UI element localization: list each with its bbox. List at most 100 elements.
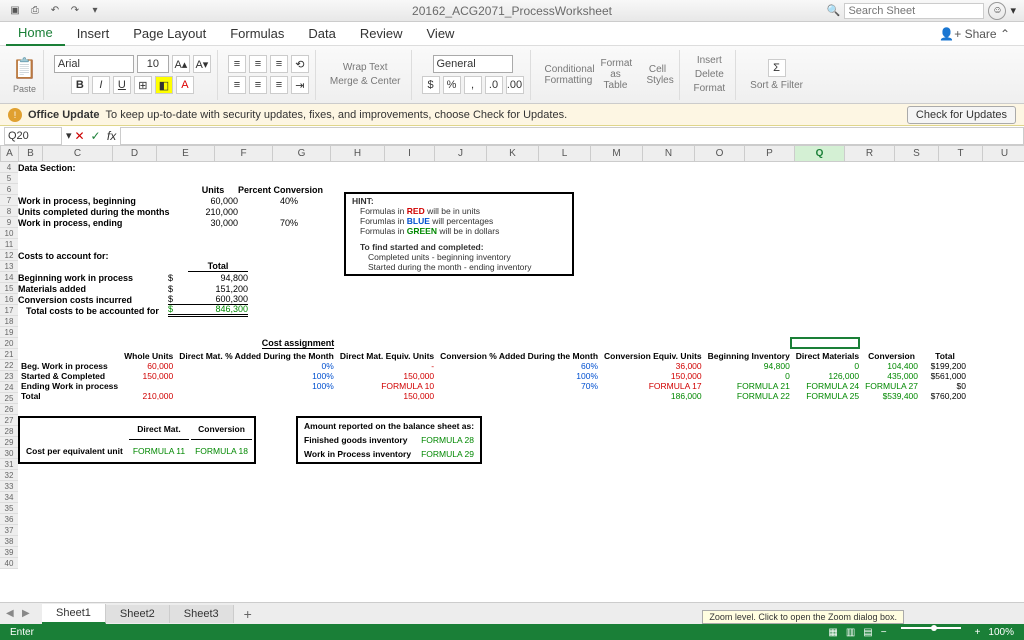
row-header-13[interactable]: 13	[0, 261, 18, 272]
row-header-36[interactable]: 36	[0, 514, 18, 525]
col-header-I[interactable]: I	[385, 146, 435, 161]
row-header-19[interactable]: 19	[0, 327, 18, 338]
fx-icon[interactable]: fx	[104, 129, 120, 143]
col-header-G[interactable]: G	[273, 146, 331, 161]
page-break-icon[interactable]: ▤	[863, 627, 872, 638]
row-header-4[interactable]: 4	[0, 162, 18, 173]
col-header-M[interactable]: M	[591, 146, 643, 161]
row-header-35[interactable]: 35	[0, 503, 18, 514]
align-left-icon[interactable]: ≡	[228, 76, 246, 94]
row-header-32[interactable]: 32	[0, 470, 18, 481]
conditional-formatting[interactable]: Conditional Formatting	[541, 64, 589, 86]
comma-icon[interactable]: ,	[464, 76, 482, 94]
zoom-out-icon[interactable]: −	[881, 627, 887, 638]
bold-button[interactable]: B	[71, 76, 89, 94]
tab-data[interactable]: Data	[296, 22, 347, 45]
row-header-12[interactable]: 12	[0, 250, 18, 261]
col-header-P[interactable]: P	[745, 146, 795, 161]
zoom-level[interactable]: 100%	[988, 627, 1014, 638]
redo-icon[interactable]: ↷	[68, 4, 82, 18]
orientation-icon[interactable]: ⟲	[291, 55, 309, 73]
grid-area[interactable]: 4567891011121314151617181920212223242526…	[0, 162, 1024, 582]
row-header-5[interactable]: 5	[0, 173, 18, 184]
feedback-icon[interactable]: ☺	[988, 2, 1006, 20]
inc-decimal-icon[interactable]: .0	[485, 76, 503, 94]
paste-icon[interactable]: 📋	[12, 56, 37, 81]
row-header-34[interactable]: 34	[0, 492, 18, 503]
wrap-text-button[interactable]: Wrap Text	[339, 62, 392, 73]
row-header-14[interactable]: 14	[0, 272, 18, 283]
italic-button[interactable]: I	[92, 76, 110, 94]
col-header-H[interactable]: H	[331, 146, 385, 161]
row-header-16[interactable]: 16	[0, 294, 18, 305]
tab-formulas[interactable]: Formulas	[218, 22, 296, 45]
row-header-39[interactable]: 39	[0, 547, 18, 558]
col-header-F[interactable]: F	[215, 146, 273, 161]
row-header-38[interactable]: 38	[0, 536, 18, 547]
tab-page-layout[interactable]: Page Layout	[121, 22, 218, 45]
tab-insert[interactable]: Insert	[65, 22, 122, 45]
indent-icon[interactable]: ⇥	[291, 76, 309, 94]
row-header-30[interactable]: 30	[0, 448, 18, 459]
sort-filter[interactable]: Sort & Filter	[746, 80, 807, 91]
col-header-D[interactable]: D	[113, 146, 157, 161]
percent-icon[interactable]: %	[443, 76, 461, 94]
col-header-R[interactable]: R	[845, 146, 895, 161]
row-header-29[interactable]: 29	[0, 437, 18, 448]
col-header-K[interactable]: K	[487, 146, 539, 161]
search-input[interactable]	[844, 3, 984, 19]
format-as-table[interactable]: Format as Table	[597, 58, 635, 91]
row-header-8[interactable]: 8	[0, 206, 18, 217]
row-header-31[interactable]: 31	[0, 459, 18, 470]
zoom-in-icon[interactable]: +	[975, 627, 981, 638]
cell-styles[interactable]: Cell Styles	[643, 64, 673, 86]
col-header-B[interactable]: B	[19, 146, 43, 161]
row-header-10[interactable]: 10	[0, 228, 18, 239]
row-header-11[interactable]: 11	[0, 239, 18, 250]
merge-center-button[interactable]: Merge & Center	[326, 76, 405, 87]
align-right-icon[interactable]: ≡	[270, 76, 288, 94]
row-header-40[interactable]: 40	[0, 558, 18, 569]
col-header-S[interactable]: S	[895, 146, 939, 161]
share-button[interactable]: 👤+ Share ⌃	[939, 27, 1018, 41]
cancel-icon[interactable]: ✕	[72, 129, 88, 143]
selected-cell[interactable]	[790, 337, 860, 349]
row-header-17[interactable]: 17	[0, 305, 18, 316]
row-header-27[interactable]: 27	[0, 415, 18, 426]
page-layout-icon[interactable]: ▥	[846, 627, 855, 638]
row-header-20[interactable]: 20	[0, 338, 18, 349]
row-header-9[interactable]: 9	[0, 217, 18, 228]
tab-home[interactable]: Home	[6, 21, 65, 46]
row-header-22[interactable]: 22	[0, 360, 18, 371]
number-format-select[interactable]: General	[433, 55, 513, 73]
delete-cells[interactable]: Delete	[691, 69, 728, 80]
enter-icon[interactable]: ✓	[88, 129, 104, 143]
qat-more-icon[interactable]: ▾	[88, 4, 102, 18]
insert-cells[interactable]: Insert	[693, 55, 726, 66]
prev-sheet-icon[interactable]: ◀	[6, 608, 20, 619]
col-header-O[interactable]: O	[695, 146, 745, 161]
save-icon[interactable]: ▣	[8, 4, 22, 18]
font-name-select[interactable]: Arial	[54, 55, 134, 73]
undo-icon[interactable]: ↶	[48, 4, 62, 18]
dropdown-icon[interactable]: ▾	[1010, 4, 1016, 17]
formula-input[interactable]	[120, 127, 1024, 145]
col-header-N[interactable]: N	[643, 146, 695, 161]
row-header-37[interactable]: 37	[0, 525, 18, 536]
decrease-font-icon[interactable]: A▾	[193, 55, 211, 73]
zoom-slider[interactable]	[901, 627, 961, 629]
print-icon[interactable]: ⎙	[28, 4, 42, 18]
row-header-7[interactable]: 7	[0, 195, 18, 206]
row-header-6[interactable]: 6	[0, 184, 18, 195]
row-header-23[interactable]: 23	[0, 371, 18, 382]
tab-view[interactable]: View	[415, 22, 467, 45]
col-header-E[interactable]: E	[157, 146, 215, 161]
col-header-T[interactable]: T	[939, 146, 983, 161]
row-header-26[interactable]: 26	[0, 404, 18, 415]
col-header-A[interactable]: A	[1, 146, 19, 161]
col-header-U[interactable]: U	[983, 146, 1024, 161]
next-sheet-icon[interactable]: ▶	[22, 608, 36, 619]
normal-view-icon[interactable]: ▦	[828, 627, 837, 638]
sheet-tab-2[interactable]: Sheet2	[106, 605, 170, 623]
col-header-J[interactable]: J	[435, 146, 487, 161]
